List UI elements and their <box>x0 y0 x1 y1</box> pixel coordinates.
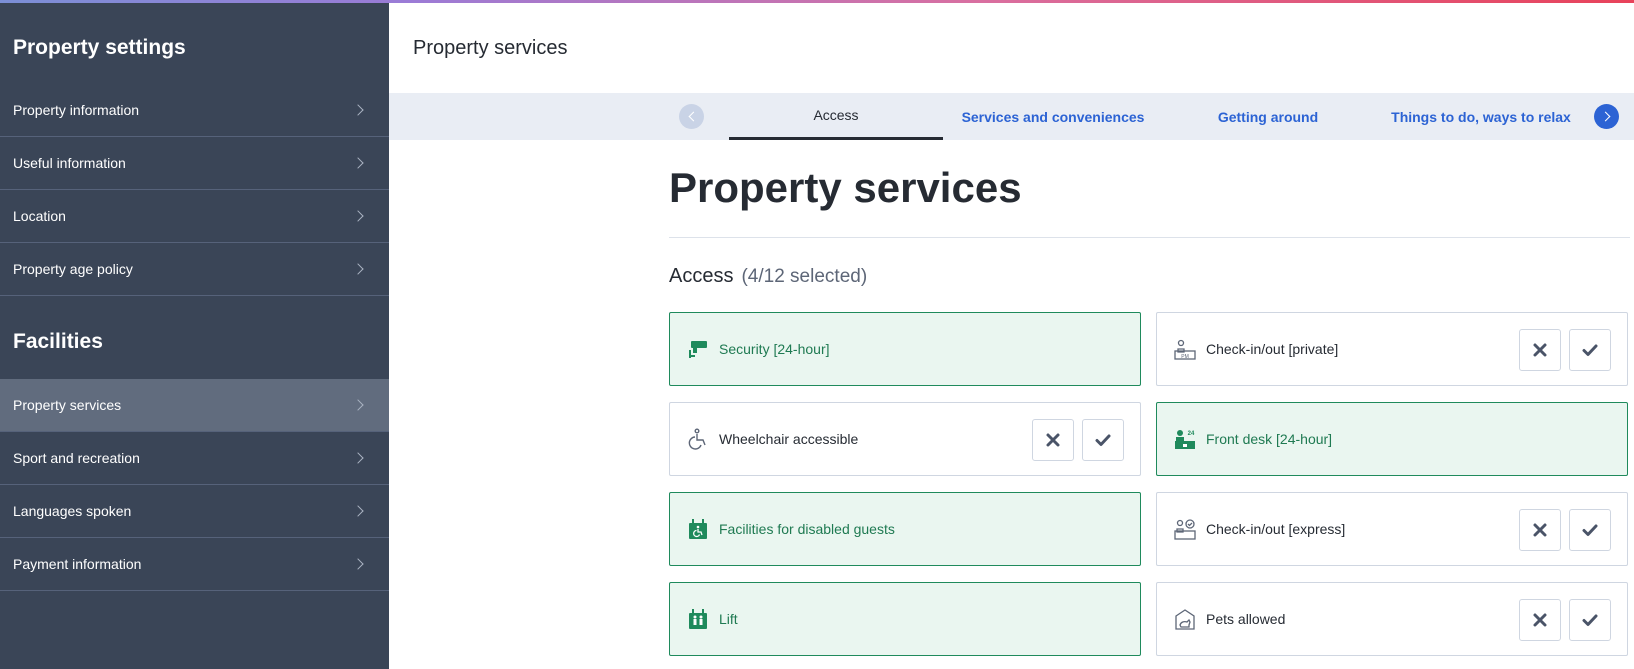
disabled-facilities-icon <box>687 518 709 540</box>
chevron-right-icon <box>352 210 364 222</box>
chevron-right-icon <box>1600 111 1610 122</box>
close-icon <box>1046 433 1060 447</box>
section-title: Access <box>669 265 734 287</box>
facility-label: Check-in/out [private] <box>1206 341 1339 357</box>
reject-button[interactable] <box>1032 419 1074 461</box>
accept-button[interactable] <box>1082 419 1124 461</box>
accept-button[interactable] <box>1569 599 1611 641</box>
sidebar-item-property-age-policy[interactable]: Property age policy <box>0 243 389 296</box>
chevron-right-icon <box>352 157 364 169</box>
tab-things-to-do[interactable]: Things to do, ways to relax <box>1373 93 1589 140</box>
facility-label: Check-in/out [express] <box>1206 521 1346 537</box>
sidebar-item-useful-information[interactable]: Useful information <box>0 137 389 190</box>
express-checkin-icon <box>1174 518 1196 540</box>
facility-card-pets: Pets allowed <box>1156 582 1628 656</box>
chevron-right-icon <box>352 505 364 517</box>
facility-actions <box>1519 329 1611 371</box>
tab-getting-around[interactable]: Getting around <box>1163 93 1373 140</box>
selection-count: (4/12 selected) <box>741 266 868 287</box>
facility-card-wheelchair: Wheelchair accessible <box>669 402 1141 476</box>
accept-button[interactable] <box>1569 329 1611 371</box>
reject-button[interactable] <box>1519 599 1561 641</box>
sidebar-item-label: Property services <box>13 397 122 413</box>
sidebar-item-label: Useful information <box>13 155 126 171</box>
sidebar-item-label: Location <box>13 208 66 224</box>
sidebar-facilities-list: Property services Sport and recreation L… <box>0 379 389 591</box>
sidebar-item-label: Payment information <box>13 556 142 572</box>
facility-card-lift[interactable]: Lift <box>669 582 1141 656</box>
facility-actions <box>1519 509 1611 551</box>
chevron-right-icon <box>352 452 364 464</box>
chevron-right-icon <box>352 399 364 411</box>
facility-actions <box>1519 599 1611 641</box>
tabs-scroll-left-button[interactable] <box>679 104 704 129</box>
facility-card-checkin-express: Check-in/out [express] <box>1156 492 1628 566</box>
facility-label: Front desk [24-hour] <box>1206 431 1333 447</box>
divider <box>669 237 1630 238</box>
reject-button[interactable] <box>1519 329 1561 371</box>
check-icon <box>1095 434 1111 446</box>
facility-card-security[interactable]: Security [24-hour] <box>669 312 1141 386</box>
svg-text:PM: PM <box>1181 354 1189 360</box>
sidebar-heading-settings: Property settings <box>13 36 186 59</box>
sidebar-item-property-services[interactable]: Property services <box>0 379 389 432</box>
sidebar-item-sport-and-recreation[interactable]: Sport and recreation <box>0 432 389 485</box>
tab-bar: Access Services and conveniences Getting… <box>389 93 1634 140</box>
tab-access[interactable]: Access <box>729 93 943 140</box>
lift-icon <box>687 608 709 630</box>
sidebar-item-languages-spoken[interactable]: Languages spoken <box>0 485 389 538</box>
chevron-right-icon <box>352 558 364 570</box>
chevron-right-icon <box>352 104 364 116</box>
check-icon <box>1582 614 1598 626</box>
facility-label: Pets allowed <box>1206 611 1286 627</box>
svg-text:24: 24 <box>1188 431 1195 437</box>
sidebar-settings-list: Property information Useful information … <box>0 84 389 296</box>
check-icon <box>1582 524 1598 536</box>
close-icon <box>1533 343 1547 357</box>
check-icon <box>1582 344 1598 356</box>
facility-label: Security [24-hour] <box>719 341 830 357</box>
page-title: Property services <box>413 37 568 59</box>
accept-button[interactable] <box>1569 509 1611 551</box>
sidebar-item-label: Property age policy <box>13 261 133 277</box>
top-accent-bar <box>0 0 1634 3</box>
close-icon <box>1533 613 1547 627</box>
chevron-left-icon <box>688 111 698 122</box>
sidebar-item-payment-information[interactable]: Payment information <box>0 538 389 591</box>
private-checkin-icon: PM <box>1174 338 1196 360</box>
security-camera-icon <box>687 338 709 360</box>
chevron-right-icon <box>352 263 364 275</box>
sidebar-item-label: Languages spoken <box>13 503 132 519</box>
main-content: Property services Access Services and co… <box>389 0 1634 669</box>
tabs-scroll-right-button[interactable] <box>1594 104 1619 129</box>
facility-actions <box>1032 419 1124 461</box>
sidebar-item-label: Sport and recreation <box>13 450 140 466</box>
facility-label: Facilities for disabled guests <box>719 521 895 537</box>
sidebar: Property settings Property information U… <box>0 0 389 669</box>
access-section-heading: Access (4/12 selected) <box>669 265 867 288</box>
facility-label: Wheelchair accessible <box>719 431 859 447</box>
pets-icon <box>1174 608 1196 630</box>
close-icon <box>1533 523 1547 537</box>
sidebar-heading-facilities: Facilities <box>13 330 103 353</box>
facility-label: Lift <box>719 611 738 627</box>
sidebar-item-property-information[interactable]: Property information <box>0 84 389 137</box>
sidebar-item-location[interactable]: Location <box>0 190 389 243</box>
facility-card-front-desk[interactable]: 24 Front desk [24-hour] <box>1156 402 1628 476</box>
facility-card-disabled-guests[interactable]: Facilities for disabled guests <box>669 492 1141 566</box>
wheelchair-icon <box>687 428 709 450</box>
reject-button[interactable] <box>1519 509 1561 551</box>
front-desk-icon: 24 <box>1174 428 1196 450</box>
tab-services-and-conveniences[interactable]: Services and conveniences <box>943 93 1163 140</box>
sidebar-item-label: Property information <box>13 102 140 118</box>
section-page-heading: Property services <box>669 164 1022 211</box>
facility-card-checkin-private: PM Check-in/out [private] <box>1156 312 1628 386</box>
